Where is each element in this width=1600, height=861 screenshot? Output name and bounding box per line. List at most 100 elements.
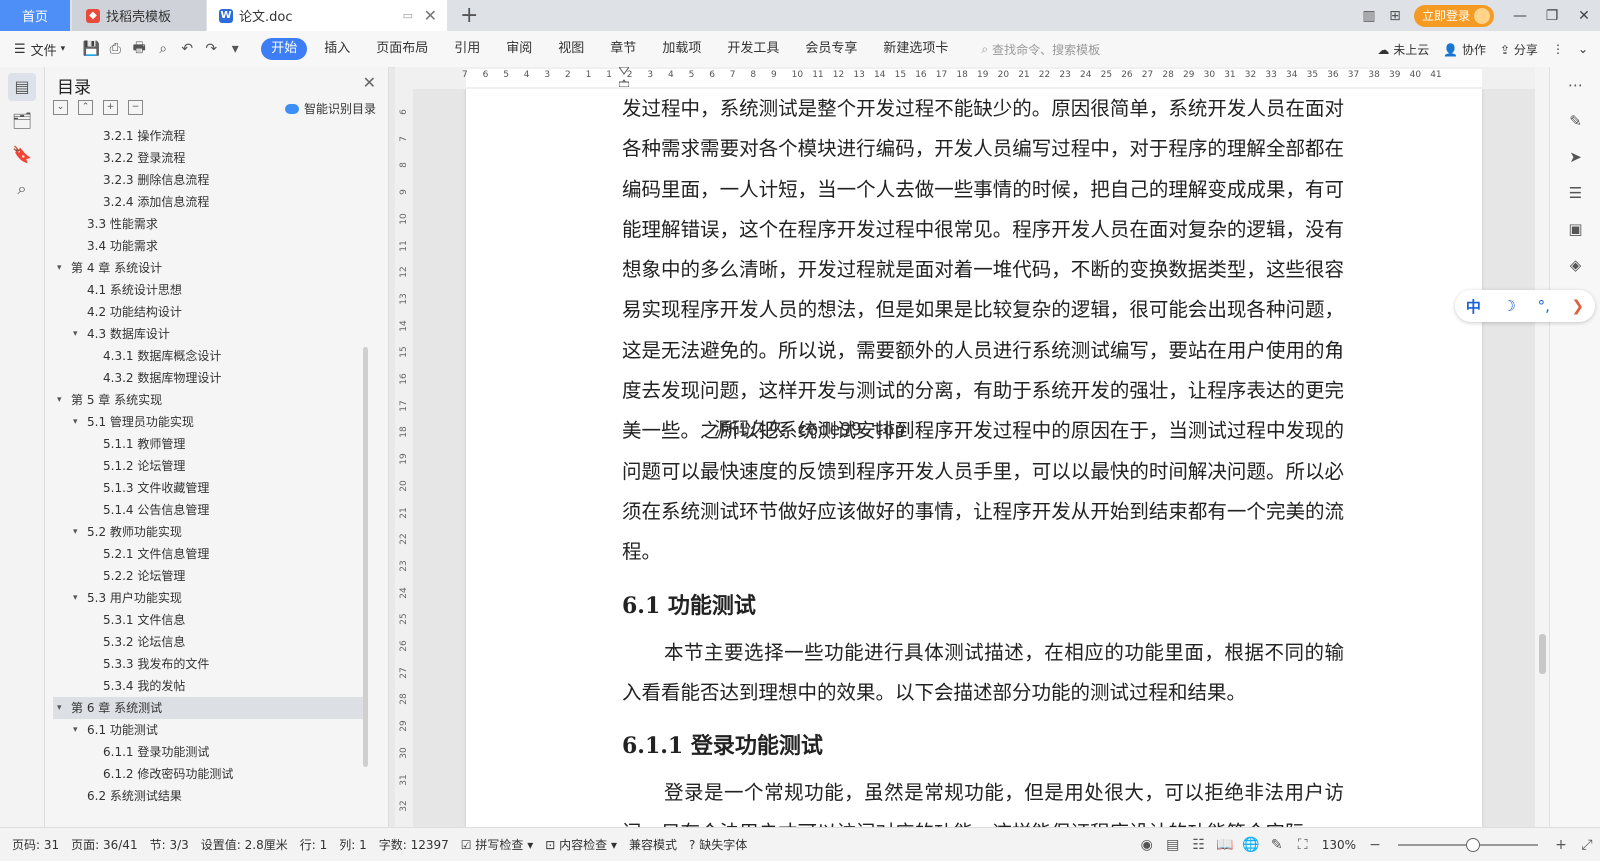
restore-icon[interactable]: ❐: [1536, 8, 1568, 24]
bookmark-icon[interactable]: 🔖: [8, 141, 36, 169]
toc-item[interactable]: 4.3.1 数据库概念设计: [53, 345, 368, 367]
status-words[interactable]: 字数: 12397: [379, 836, 449, 853]
login-button[interactable]: 立即登录: [1413, 4, 1494, 27]
tab-start[interactable]: 开始: [261, 38, 308, 60]
outline-view-icon[interactable]: ☷: [1186, 837, 1212, 853]
toc-item[interactable]: 4.1 系统设计思想: [53, 279, 368, 301]
navigate-icon[interactable]: ◈: [1550, 247, 1600, 283]
read-view-icon[interactable]: 📖: [1212, 837, 1238, 853]
toc-item[interactable]: 3.2.4 添加信息流程: [53, 191, 368, 213]
export-pdf-icon[interactable]: ⎙: [103, 41, 127, 57]
status-page-code[interactable]: 页码: 31: [12, 836, 59, 853]
redo-icon[interactable]: ↷: [199, 41, 223, 57]
toc-item[interactable]: 3.2.2 登录流程: [53, 147, 368, 169]
zoom-knob[interactable]: [1466, 837, 1480, 852]
toc-item[interactable]: ▾ 5.2 教师功能实现: [53, 521, 368, 543]
tab-page-layout[interactable]: 页面布局: [363, 38, 441, 60]
ime-toolbar[interactable]: 中 ☽ °, ❯: [1455, 290, 1595, 322]
toc-scrollbar[interactable]: [363, 347, 368, 767]
new-tab-button[interactable]: +: [460, 3, 478, 28]
image-tool-icon[interactable]: ▣: [1550, 211, 1600, 247]
toc-item[interactable]: 4.2 功能结构设计: [53, 301, 368, 323]
customize-icon[interactable]: ▾: [223, 41, 247, 57]
tab-chapter[interactable]: 章节: [597, 38, 649, 60]
toc-item[interactable]: ▾ 6.1 功能测试: [53, 719, 368, 741]
toc-item[interactable]: ▾ 第 4 章 系统设计: [53, 257, 368, 279]
tab-developer[interactable]: 开发工具: [714, 38, 792, 60]
chevron-down-icon[interactable]: ▾: [57, 697, 62, 719]
toc-item[interactable]: 5.3.1 文件信息: [53, 609, 368, 631]
chevron-down-icon[interactable]: ▾: [73, 323, 78, 345]
page-view-icon[interactable]: ▤: [1160, 837, 1186, 853]
fit-page-icon[interactable]: ⛶: [1290, 837, 1316, 853]
apps-grid-icon[interactable]: ⊞: [1382, 8, 1408, 24]
chevron-down-icon[interactable]: ▾: [73, 411, 78, 433]
zoom-slider[interactable]: [1398, 837, 1538, 852]
toc-item[interactable]: 5.2.2 论坛管理: [53, 565, 368, 587]
punctuation-icon[interactable]: °,: [1538, 297, 1550, 315]
chevron-down-icon[interactable]: ▾: [57, 257, 62, 279]
toc-item[interactable]: ▾ 5.1 管理员功能实现: [53, 411, 368, 433]
tab-new[interactable]: 新建选项卡: [870, 38, 961, 60]
status-col[interactable]: 列: 1: [339, 836, 367, 853]
ime-lang[interactable]: 中: [1466, 296, 1481, 317]
toc-item[interactable]: 5.3.2 论坛信息: [53, 631, 368, 653]
document-page[interactable]: 发过程中，系统测试是整个开发过程不能缺少的。原因很简单，系统开发人员在面对各种需…: [466, 89, 1482, 827]
toc-panel-icon[interactable]: ▤: [8, 73, 36, 101]
tab-membership[interactable]: 会员专享: [792, 38, 870, 60]
navigation-icon[interactable]: 🗂: [8, 107, 36, 135]
file-menu[interactable]: ☰ 文件 ▾: [14, 40, 65, 59]
content-check-button[interactable]: ⊡ 内容检查 ▾: [545, 836, 617, 853]
expand-all-icon[interactable]: ⌄: [53, 100, 68, 115]
toc-item[interactable]: ▾ 5.3 用户功能实现: [53, 587, 368, 609]
chevron-down-icon[interactable]: ▾: [73, 521, 78, 543]
eye-protect-icon[interactable]: ◉: [1134, 837, 1160, 853]
add-heading-icon[interactable]: +: [103, 100, 118, 115]
toc-item[interactable]: 5.1.4 公告信息管理: [53, 499, 368, 521]
print-icon[interactable]: 🖶: [127, 37, 151, 61]
save-icon[interactable]: 💾: [79, 41, 103, 57]
command-search[interactable]: ⌕ 查找命令、搜索模板: [981, 41, 1100, 58]
adjust-icon[interactable]: ☰: [1550, 175, 1600, 211]
toc-item[interactable]: 6.2 系统测试结果: [53, 785, 368, 807]
collapse-all-icon[interactable]: ⌃: [78, 100, 93, 115]
toc-item[interactable]: ▾ 第 5 章 系统实现: [53, 389, 368, 411]
toc-item[interactable]: 4.3.2 数据库物理设计: [53, 367, 368, 389]
chevron-right-icon[interactable]: ❯: [1572, 297, 1585, 315]
minimize-icon[interactable]: —: [1504, 8, 1536, 24]
toc-item[interactable]: 5.2.1 文件信息管理: [53, 543, 368, 565]
zoom-out-icon[interactable]: −: [1362, 837, 1388, 853]
close-window-icon[interactable]: ✕: [1568, 8, 1600, 24]
spell-check-button[interactable]: ☑ 拼写检查 ▾: [461, 836, 533, 853]
toc-item[interactable]: 6.1.2 修改密码功能测试: [53, 763, 368, 785]
zoom-level[interactable]: 130%: [1322, 838, 1356, 852]
annotate-icon[interactable]: ✎: [1264, 837, 1290, 853]
tab-references[interactable]: 引用: [441, 38, 493, 60]
toc-item[interactable]: 5.1.1 教师管理: [53, 433, 368, 455]
collapse-ribbon-icon[interactable]: ⌄: [1578, 42, 1588, 56]
status-page[interactable]: 页面: 36/41: [71, 836, 137, 853]
more-tools-icon[interactable]: ⋯: [1550, 67, 1600, 103]
toc-item[interactable]: 5.3.4 我的发帖: [53, 675, 368, 697]
close-icon[interactable]: ✕: [363, 73, 376, 92]
missing-font-button[interactable]: ? 缺失字体: [689, 836, 747, 853]
zoom-in-icon[interactable]: +: [1548, 837, 1574, 853]
tab-float-icon[interactable]: ▭: [403, 9, 413, 22]
pen-icon[interactable]: ✎: [1550, 103, 1600, 139]
scrollbar-thumb[interactable]: [1539, 634, 1546, 674]
toc-item[interactable]: 3.2.1 操作流程: [53, 125, 368, 147]
moon-icon[interactable]: ☽: [1503, 297, 1516, 315]
undo-icon[interactable]: ↶: [175, 41, 199, 57]
tab-addins[interactable]: 加载项: [649, 38, 714, 60]
tab-view[interactable]: 视图: [545, 38, 597, 60]
toc-item[interactable]: 3.4 功能需求: [53, 235, 368, 257]
layout-icon[interactable]: ▥: [1356, 8, 1382, 24]
tab-home[interactable]: 首页: [0, 0, 70, 31]
toc-item[interactable]: 5.3.3 我发布的文件: [53, 653, 368, 675]
toc-item[interactable]: 6.1.1 登录功能测试: [53, 741, 368, 763]
compat-mode[interactable]: 兼容模式: [629, 836, 677, 853]
more-icon[interactable]: ⋮: [1552, 42, 1564, 56]
toc-item[interactable]: 3.2.3 删除信息流程: [53, 169, 368, 191]
document-scrollbar[interactable]: [1535, 67, 1549, 827]
chevron-down-icon[interactable]: ▾: [57, 389, 62, 411]
